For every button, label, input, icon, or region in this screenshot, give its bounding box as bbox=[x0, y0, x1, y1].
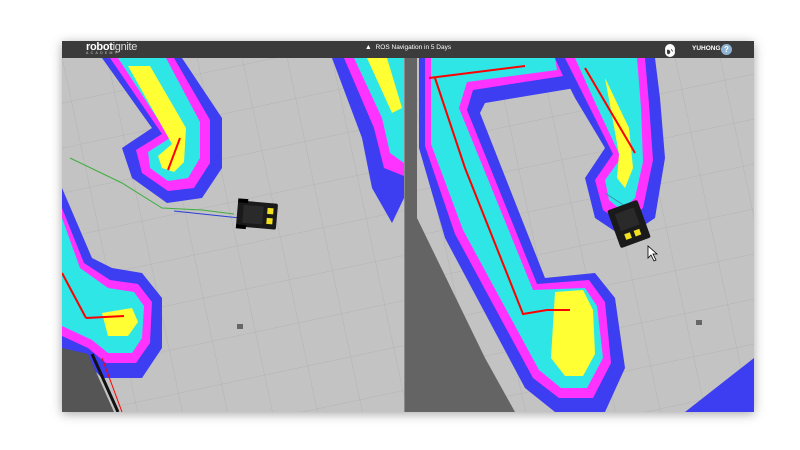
username[interactable]: YUHONG bbox=[692, 45, 721, 52]
costmap-canvas-left bbox=[62, 58, 404, 412]
map-marker bbox=[696, 320, 702, 325]
top-navbar: robotignite ACADEMY ▲ ROS Navigation in … bbox=[62, 41, 754, 58]
map-viewport-left[interactable] bbox=[62, 58, 404, 412]
help-icon[interactable]: ? bbox=[721, 44, 732, 55]
costmap-canvas-right bbox=[405, 58, 754, 412]
robot-model bbox=[235, 198, 278, 230]
globe-icon[interactable] bbox=[665, 44, 675, 57]
course-title: ▲ ROS Navigation in 5 Days bbox=[62, 44, 754, 51]
map-viewport-right[interactable] bbox=[405, 58, 754, 412]
map-marker bbox=[237, 324, 243, 329]
app-window: robotignite ACADEMY ▲ ROS Navigation in … bbox=[62, 41, 754, 412]
graduation-cap-icon: ▲ bbox=[364, 44, 372, 51]
course-title-text: ROS Navigation in 5 Days bbox=[375, 44, 452, 51]
